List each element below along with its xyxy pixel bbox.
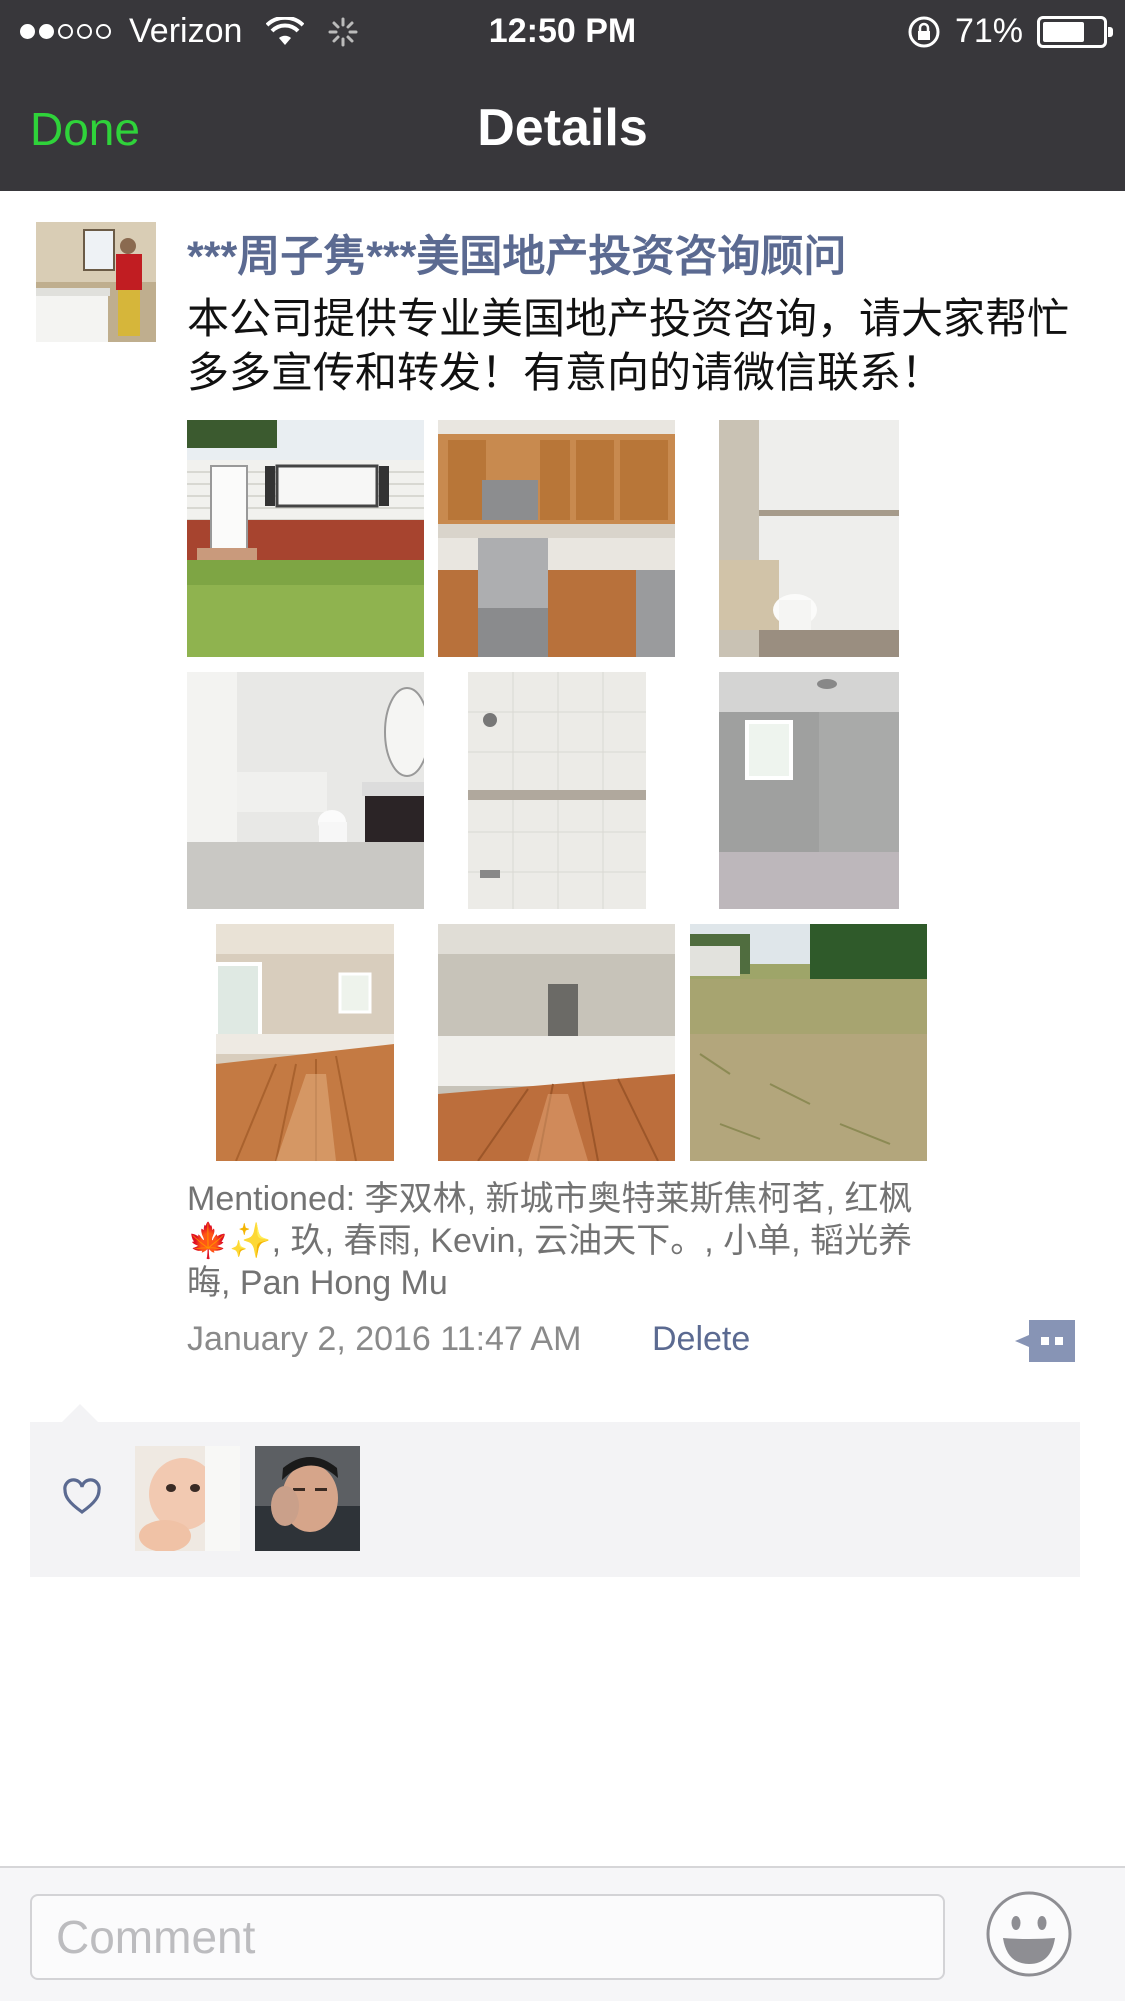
post-photo[interactable] [438,420,675,657]
likes-pointer [62,1404,98,1422]
post-photo[interactable] [719,672,899,909]
likes-panel [30,1422,1080,1577]
post-text: 本公司提供专业美国地产投资咨询，请大家帮忙多多宣传和转发！有意向的请微信联系！ [187,295,1070,396]
liker-avatar[interactable] [255,1446,360,1551]
post-photo[interactable] [216,924,394,1161]
status-bar: Verizon 12:50 PM 71% [0,0,1125,62]
comment-input[interactable] [30,1894,945,1980]
mentioned-list: Mentioned: 李双林, 新城市奥特莱斯焦柯茗, 红枫🍁✨, 玖, 春雨,… [187,1180,913,1302]
comment-bar [0,1866,1125,2001]
nav-bar: Done Details [0,62,1125,191]
author-avatar[interactable] [36,222,156,342]
battery-percent: 71% [954,12,1023,50]
post-photo[interactable] [690,924,927,1161]
post-photo[interactable] [719,420,899,657]
post-timestamp: January 2, 2016 11:47 AM [187,1320,582,1358]
post-photo[interactable] [187,672,424,909]
status-right: 71% [907,12,1113,51]
comment-options-icon[interactable] [1015,1320,1075,1362]
post-photo[interactable] [438,924,675,1161]
liker-avatar[interactable] [135,1446,240,1551]
battery-fill [1043,21,1084,42]
post-author-name[interactable]: ***周子隽***美国地产投资咨询顾问 [187,222,846,284]
smiley-icon[interactable] [985,1890,1073,1978]
top-bar: Verizon 12:50 PM 71% Done Details [0,0,1125,191]
rotation-lock-icon [908,16,940,47]
delete-link[interactable]: Delete [652,1320,750,1359]
post-photo[interactable] [468,672,646,909]
page-title: Details [477,99,648,157]
post-photo[interactable] [187,420,424,657]
battery-icon [1037,15,1113,48]
heart-icon [63,1478,101,1514]
